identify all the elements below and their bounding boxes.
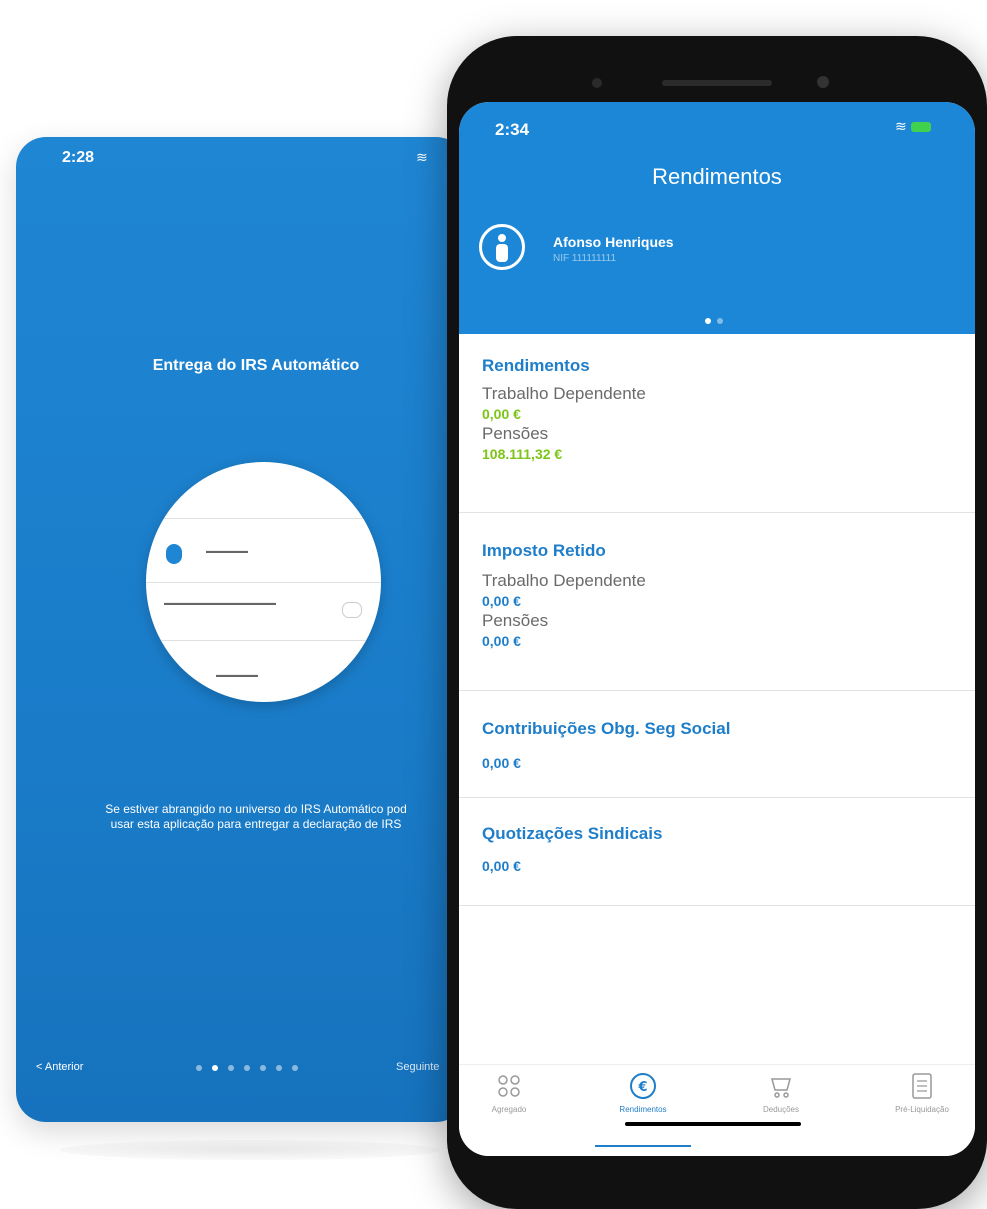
tab-rendimentos[interactable]: € Rendimentos: [598, 1071, 688, 1114]
item-label: Trabalho Dependente: [482, 384, 646, 403]
wifi-icon: ≋: [895, 118, 907, 134]
wifi-icon: ≋: [416, 149, 428, 165]
item-label: Pensões: [482, 611, 549, 630]
cart-icon: [771, 1078, 791, 1098]
onboarding-description: Se estiver abrangido no universo do IRS …: [16, 802, 466, 832]
page-dot: [276, 1065, 282, 1071]
item-value: 0,00 €: [482, 858, 521, 874]
user-name: Afonso Henriques: [553, 234, 674, 250]
person-icon: [498, 234, 506, 242]
page-dot-active[interactable]: [705, 318, 711, 324]
front-phone-device: 2:34 ≋ Rendimentos Afonso Henriques NIF …: [447, 36, 987, 1209]
onboarding-illustration: ▬▬▬▬▬▬ ▬▬▬▬▬▬▬▬▬▬▬▬▬▬▬▬ ▬▬▬▬▬▬: [146, 462, 381, 702]
section-title: Contribuições Obg. Seg Social: [482, 719, 731, 738]
tab-label: Deduções: [762, 1105, 800, 1114]
section-rendimentos[interactable]: Rendimentos Trabalho Dependente 0,00 € P…: [459, 334, 975, 513]
header-page-dots: [705, 318, 723, 324]
section-quotizacoes[interactable]: Quotizações Sindicais 0,00 €: [459, 798, 975, 906]
description-line: Se estiver abrangido no universo do IRS …: [105, 802, 407, 816]
front-phone-screen: 2:34 ≋ Rendimentos Afonso Henriques NIF …: [459, 102, 975, 1156]
document-icon: [912, 1073, 932, 1099]
income-summary: Rendimentos Trabalho Dependente 0,00 € P…: [459, 334, 975, 906]
section-imposto-retido[interactable]: Imposto Retido Trabalho Dependente 0,00 …: [459, 513, 975, 691]
home-indicator[interactable]: [625, 1122, 801, 1126]
item-value: 0,00 €: [482, 755, 521, 771]
section-title: Quotizações Sindicais: [482, 824, 663, 843]
active-tab-indicator: [595, 1145, 691, 1147]
back-phone-screen: 2:28 ≋ Entrega do IRS Automático ▬▬▬▬▬▬ …: [16, 137, 466, 1122]
status-time: 2:34: [495, 120, 530, 139]
tab-agregado[interactable]: Agregado: [464, 1071, 554, 1114]
onboarding-page-dots: [196, 1065, 298, 1071]
tab-deducoes[interactable]: Deduções: [736, 1071, 826, 1114]
item-value: 0,00 €: [482, 633, 521, 649]
tab-bar: Agregado € Rendimentos Deduções Pré-Liqu…: [459, 1064, 975, 1156]
description-line: usar esta aplicação para entregar a decl…: [110, 817, 402, 831]
page-dot[interactable]: [717, 318, 723, 324]
onboarding-title: Entrega do IRS Automático: [152, 357, 360, 374]
euro-icon: €: [630, 1073, 656, 1099]
tab-label: Agregado: [491, 1105, 527, 1114]
section-title: Rendimentos: [482, 356, 590, 375]
page-dot: [260, 1065, 266, 1071]
page-dot: [228, 1065, 234, 1071]
page-title: Rendimentos: [652, 164, 782, 189]
status-time: 2:28: [62, 149, 95, 166]
speaker-grille: [662, 80, 772, 86]
page-dot-active: [212, 1065, 218, 1071]
person-icon-body: [496, 244, 508, 262]
item-value: 0,00 €: [482, 593, 521, 609]
tab-label: Pré-Liquidação: [895, 1105, 949, 1114]
camera-icon: [817, 76, 829, 88]
item-value: 0,00 €: [482, 406, 521, 422]
floor-shadow: [60, 1140, 440, 1160]
user-nif: NIF 111111111: [553, 253, 617, 264]
avatar[interactable]: [479, 224, 525, 270]
section-contribuicoes[interactable]: Contribuições Obg. Seg Social 0,00 €: [459, 691, 975, 798]
item-label: Trabalho Dependente: [482, 571, 646, 590]
app-header: 2:34 ≋ Rendimentos Afonso Henriques NIF …: [459, 102, 975, 334]
section-title: Imposto Retido: [482, 541, 606, 560]
page-dot: [196, 1065, 202, 1071]
svg-text:€: €: [637, 1080, 647, 1095]
page-dot: [292, 1065, 298, 1071]
sensor-icon: [592, 78, 602, 88]
item-label: Pensões: [482, 424, 549, 443]
battery-icon: [910, 122, 931, 133]
page-dot: [244, 1065, 250, 1071]
previous-button[interactable]: < Anterior: [36, 1061, 83, 1073]
item-value: 108.111,32 €: [482, 446, 563, 462]
next-button[interactable]: Seguinte: [396, 1061, 439, 1073]
tab-label: Rendimentos: [619, 1105, 667, 1114]
status-icons: ≋: [895, 118, 931, 135]
people-icon: [498, 1075, 520, 1097]
tab-pre-liquidacao[interactable]: Pré-Liquidação: [877, 1071, 967, 1114]
